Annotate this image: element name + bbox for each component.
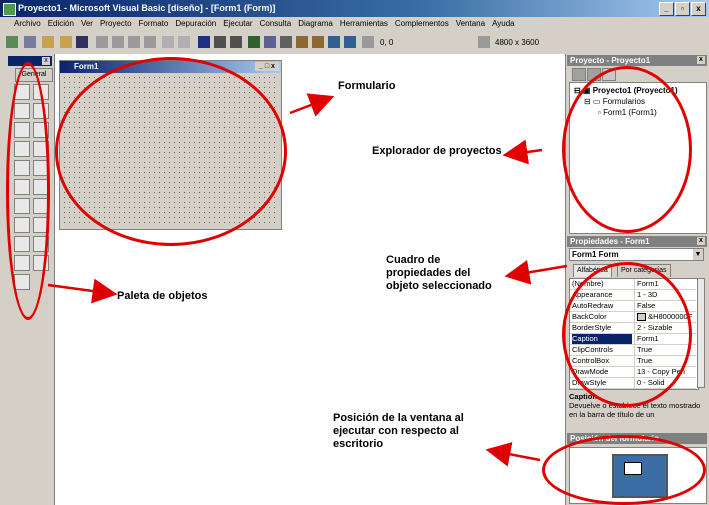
annotation-formulario: Formulario xyxy=(338,80,396,92)
arrow-formulario xyxy=(289,93,335,117)
annotation-cuadro: Cuadro de propiedades del objeto selecci… xyxy=(386,254,492,292)
arrow-posicion xyxy=(485,441,541,467)
annotation-explorador: Explorador de proyectos xyxy=(372,145,502,157)
annotation-posicion: Posición de la ventana al ejecutar con r… xyxy=(333,412,464,450)
arrow-paleta xyxy=(47,278,118,304)
arrow-cuadro xyxy=(504,259,568,285)
annotation-paleta: Paleta de objetos xyxy=(117,290,208,302)
